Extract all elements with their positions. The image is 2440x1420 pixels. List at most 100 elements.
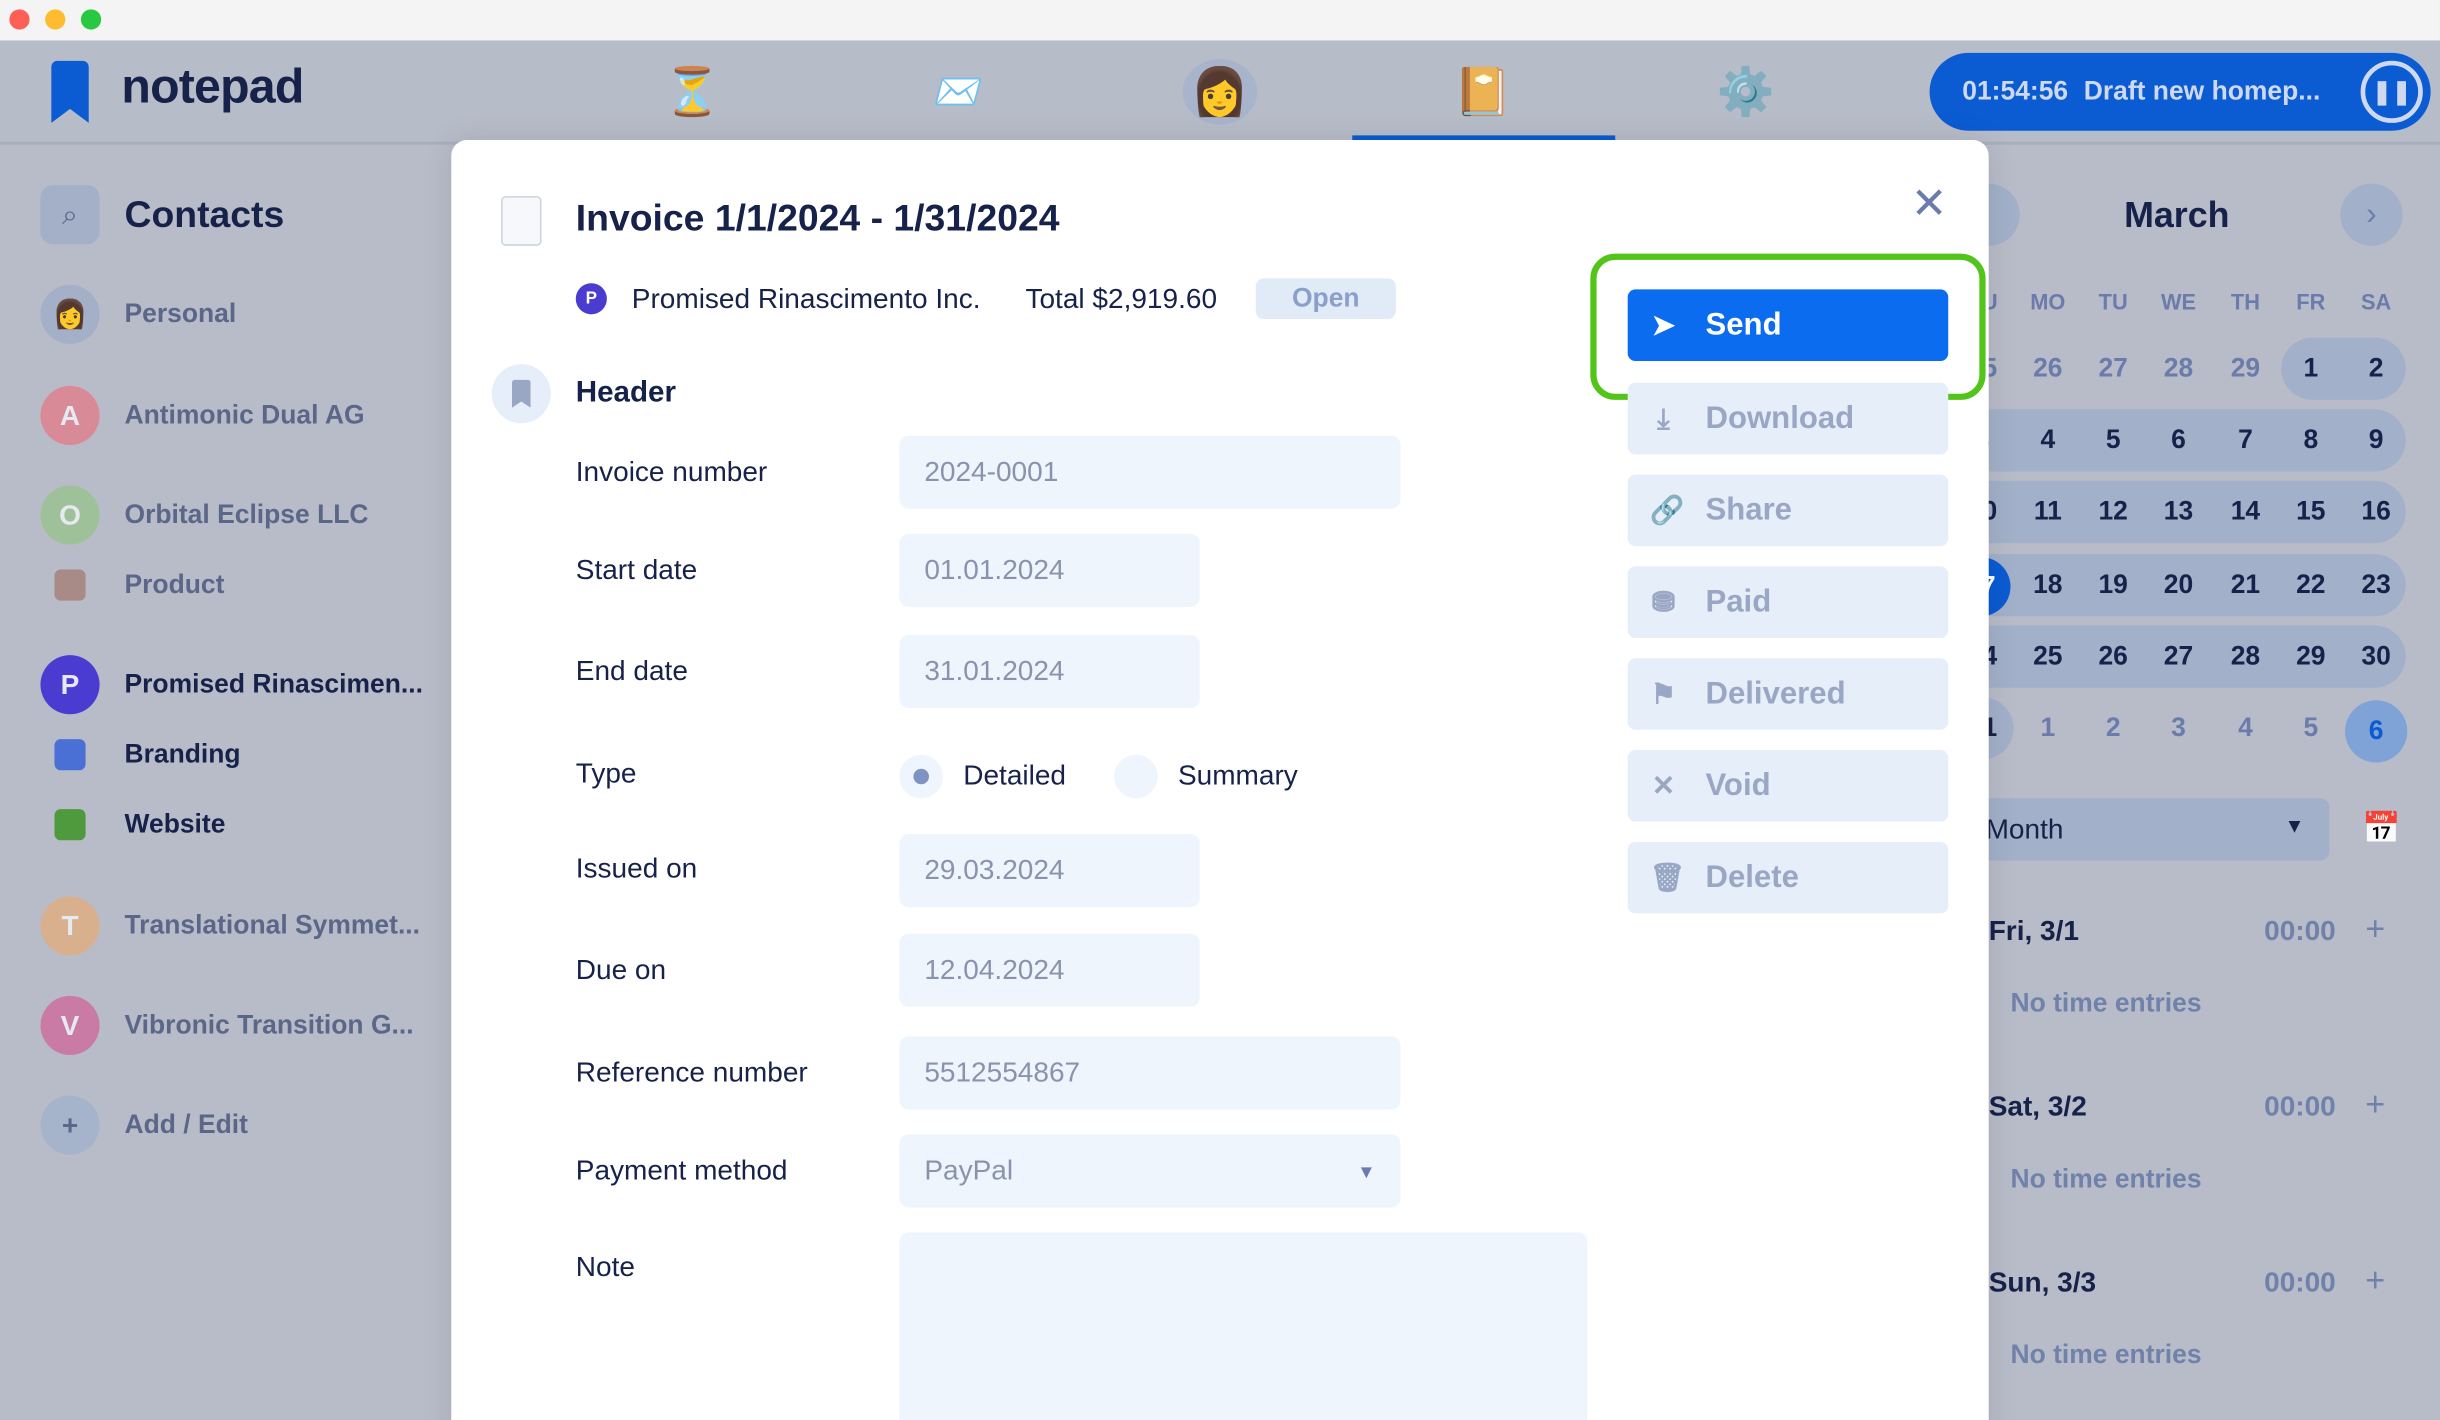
avatar[interactable]: 👩	[1182, 59, 1258, 125]
radio-summary-label[interactable]: Summary	[1178, 759, 1298, 792]
next-month-button[interactable]: ›	[2340, 183, 2403, 246]
calendar-day[interactable]: 6	[2345, 700, 2408, 763]
document-icon	[501, 196, 542, 246]
calendar-day[interactable]: 12	[2082, 484, 2144, 540]
calendar-day[interactable]: 13	[2147, 484, 2209, 540]
invoice-number-input[interactable]: 2024-0001	[899, 435, 1401, 509]
share-label: Share	[1705, 492, 1792, 527]
sidebar-item-website[interactable]: Website	[40, 795, 225, 854]
pause-icon[interactable]: ❚❚	[2360, 60, 2423, 123]
close-window-button[interactable]	[9, 9, 30, 30]
calendar-day[interactable]: 27	[2147, 629, 2209, 685]
calendar-day[interactable]: 16	[2345, 484, 2407, 540]
calendar-day[interactable]: 27	[2082, 341, 2144, 397]
due-on-input[interactable]: 12.04.2024	[899, 933, 1200, 1007]
search-icon[interactable]: ⌕	[40, 185, 100, 245]
sidebar-item-translational[interactable]: T Translational Symmet...	[40, 896, 421, 956]
calendar-day[interactable]: 6	[2147, 412, 2209, 468]
download-button[interactable]: ⤓ Download	[1627, 382, 1949, 455]
mail-icon[interactable]: 📨	[924, 59, 986, 124]
delivered-button[interactable]: ⚑ Delivered	[1627, 658, 1949, 730]
calendar-day[interactable]: 22	[2280, 557, 2342, 613]
calendar-day[interactable]: 21	[2214, 557, 2276, 613]
calendar-day[interactable]: 1	[2017, 700, 2079, 756]
radio-summary[interactable]	[1114, 754, 1158, 799]
client-avatar: P	[575, 283, 607, 315]
add-entry-plus-icon[interactable]: +	[2365, 1260, 2385, 1300]
sidebar-item-label: Orbital Eclipse LLC	[124, 499, 369, 530]
type-label: Type	[575, 757, 637, 789]
reference-number-input[interactable]: 5512554867	[899, 1036, 1401, 1110]
weekday-label: WE	[2160, 289, 2197, 315]
add-entry-plus-icon[interactable]: +	[2365, 909, 2385, 949]
calendar-day[interactable]: 4	[2214, 700, 2276, 756]
notebook-icon[interactable]: 📔	[1452, 59, 1514, 124]
radio-detailed-label[interactable]: Detailed	[963, 759, 1066, 792]
calendar-icon[interactable]: 📅	[2362, 809, 2401, 848]
share-button[interactable]: 🔗 Share	[1627, 474, 1949, 547]
calendar-day[interactable]: 1	[2280, 341, 2342, 397]
sidebar-item-branding[interactable]: Branding	[40, 725, 241, 784]
sidebar-item-antimonic[interactable]: A Antimonic Dual AG	[40, 385, 365, 446]
delete-button[interactable]: 🗑 Delete	[1627, 841, 1949, 914]
minimize-window-button[interactable]	[45, 9, 66, 30]
calendar-day[interactable]: 9	[2345, 412, 2407, 468]
calendar-day[interactable]: 20	[2147, 557, 2209, 613]
calendar-day[interactable]: 2	[2082, 700, 2144, 756]
calendar-day[interactable]: 29	[2214, 341, 2276, 397]
entry-time: 00:00	[2264, 914, 2336, 947]
maximize-window-button[interactable]	[80, 9, 102, 30]
sidebar-item-promised[interactable]: P Promised Rinascimen...	[40, 655, 423, 715]
calendar-day[interactable]: 25	[2017, 629, 2079, 685]
avatar: O	[40, 485, 100, 545]
calendar-day[interactable]: 7	[2214, 412, 2276, 468]
gear-icon[interactable]: ⚙️	[1715, 59, 1777, 124]
void-button[interactable]: ✕ Void	[1627, 750, 1949, 822]
calendar-day[interactable]: 8	[2280, 412, 2342, 468]
calendar-day[interactable]: 30	[2345, 629, 2407, 685]
sidebar-item-orbital[interactable]: O Orbital Eclipse LLC	[40, 485, 369, 545]
sidebar-item-label: Promised Rinascimen...	[124, 669, 423, 699]
weekday-label: TU	[2098, 289, 2128, 315]
calendar-day[interactable]: 2	[2345, 341, 2407, 397]
calendar-day[interactable]: 15	[2280, 484, 2342, 540]
calendar-day[interactable]: 14	[2214, 484, 2276, 540]
sidebar-item-vibronic[interactable]: V Vibronic Transition G...	[40, 995, 414, 1056]
plus-icon: +	[40, 1095, 100, 1155]
weekday-label: FR	[2296, 289, 2326, 315]
end-date-input[interactable]: 31.01.2024	[899, 634, 1200, 709]
timer-pill[interactable]: 01:54:56 Draft new homep... ❚❚	[1929, 52, 2431, 131]
start-date-input[interactable]: 01.01.2024	[899, 533, 1200, 607]
calendar-day[interactable]: 19	[2082, 557, 2144, 613]
view-select[interactable]: Month ▼	[1957, 798, 2330, 861]
close-icon[interactable]: ✕	[1911, 177, 1948, 228]
calendar-day[interactable]: 29	[2280, 629, 2342, 685]
hourglass-icon[interactable]: ⏳	[661, 59, 723, 124]
calendar-day[interactable]: 26	[2082, 629, 2144, 685]
calendar-day[interactable]: 5	[2082, 412, 2144, 468]
add-entry-plus-icon[interactable]: +	[2365, 1085, 2385, 1125]
calendar-day[interactable]: 11	[2017, 484, 2079, 540]
paid-button[interactable]: ⛃ Paid	[1627, 566, 1949, 639]
add-edit-button[interactable]: + Add / Edit	[40, 1095, 248, 1155]
send-label: Send	[1705, 307, 1782, 342]
calendar-day[interactable]: 28	[2214, 629, 2276, 685]
calendar-day[interactable]: 18	[2017, 557, 2079, 613]
calendar-day[interactable]: 5	[2280, 700, 2342, 756]
calendar-day[interactable]: 28	[2147, 341, 2209, 397]
calendar-day[interactable]: 23	[2345, 557, 2407, 613]
calendar-day[interactable]: 26	[2017, 341, 2079, 397]
entry-time: 00:00	[2264, 1090, 2336, 1122]
payment-method-select[interactable]: PayPal ▼	[899, 1134, 1401, 1208]
radio-detailed[interactable]	[899, 754, 943, 799]
calendar-day[interactable]: 4	[2017, 412, 2079, 468]
calendar-day[interactable]: 3	[2147, 700, 2209, 756]
note-textarea[interactable]	[899, 1232, 1588, 1420]
send-button[interactable]: ➤ Send	[1627, 289, 1949, 362]
sidebar-item-personal[interactable]: 👩 Personal	[40, 284, 236, 344]
sidebar-item-label: Translational Symmet...	[124, 910, 421, 940]
issued-on-input[interactable]: 29.03.2024	[899, 834, 1200, 908]
sidebar-item-product[interactable]: Product	[40, 556, 224, 615]
modal-title: Invoice 1/1/2024 - 1/31/2024	[575, 197, 1060, 240]
invoice-total: Total $2,919.60	[1025, 283, 1218, 315]
